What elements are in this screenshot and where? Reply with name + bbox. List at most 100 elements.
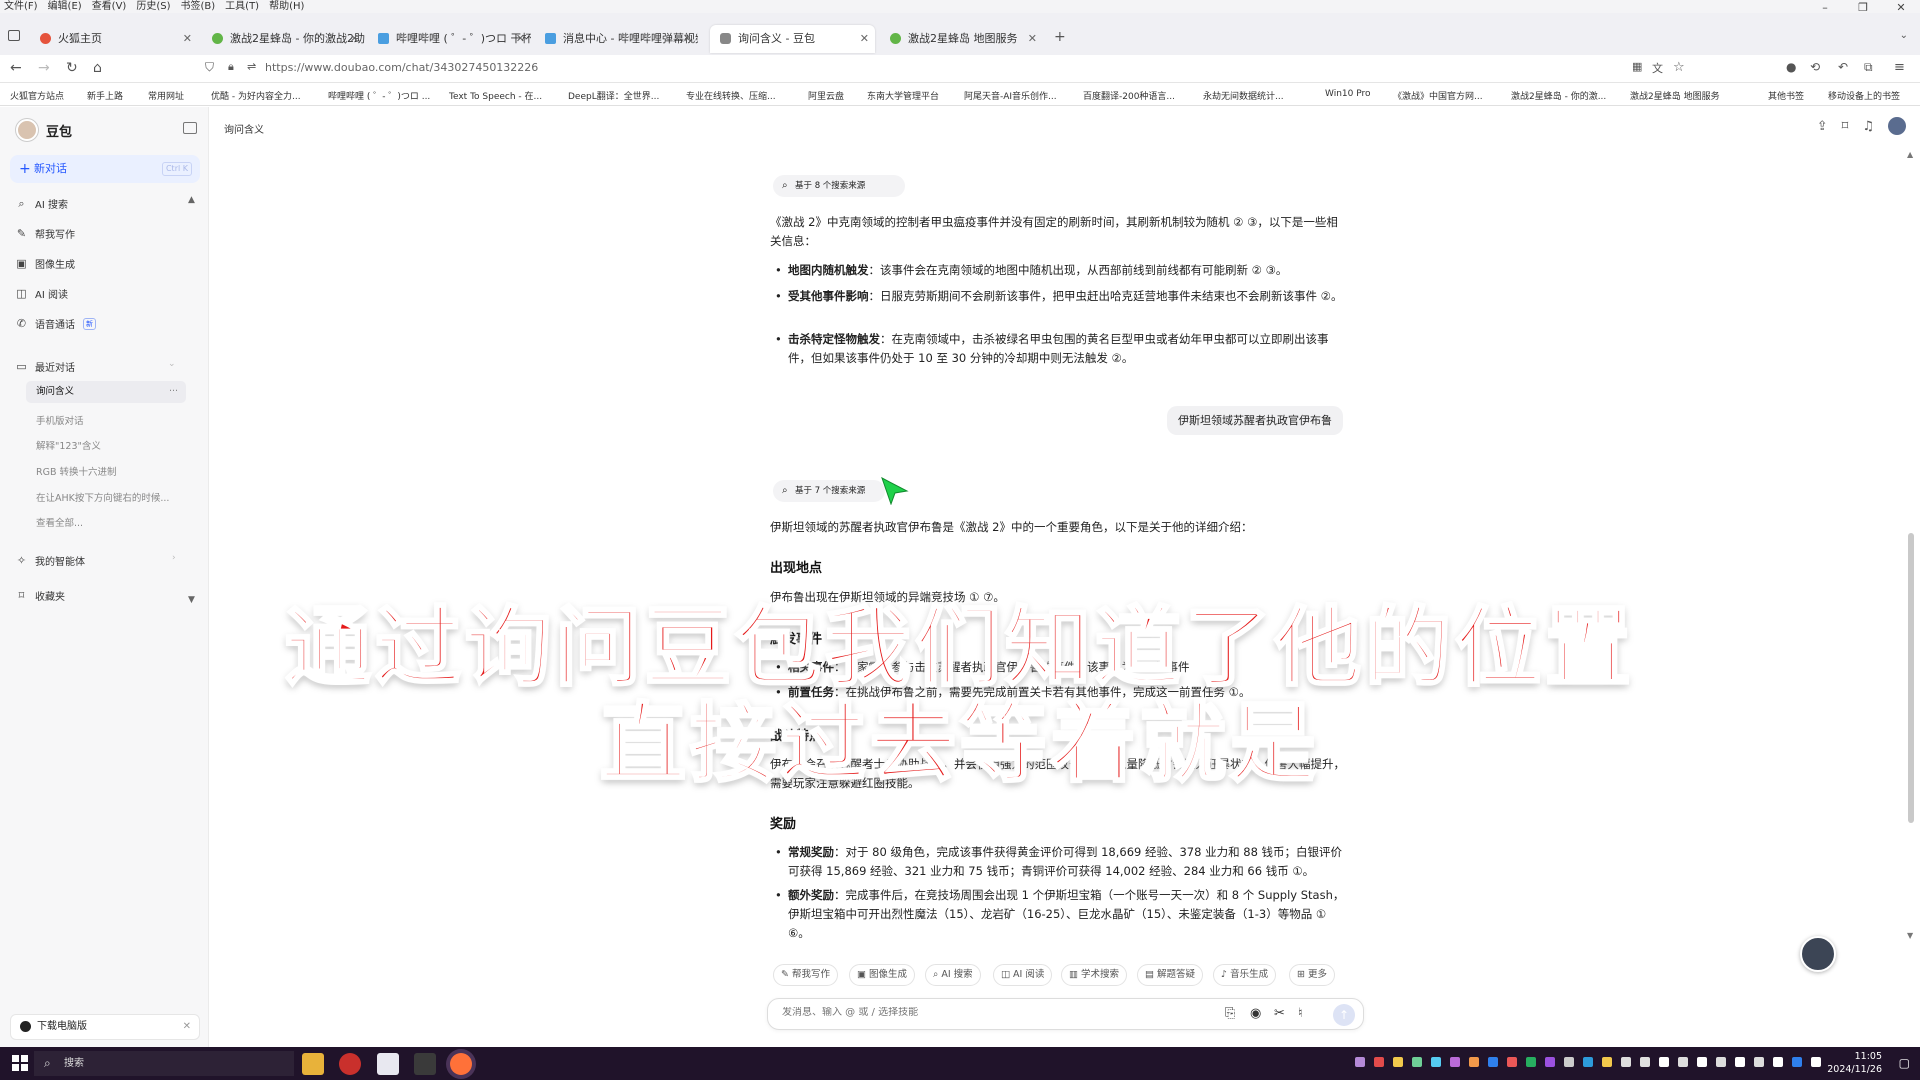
tab-bilibili[interactable]: 哔哩哔哩 ( ゜- ゜)つロ 干杯~-bi ✕ — [368, 25, 531, 53]
notification-icon[interactable]: ▢ — [1899, 1056, 1910, 1070]
recent-chat-active[interactable]: 询问含义 ··· — [26, 381, 186, 403]
sidebar-item-favorites[interactable]: ⌑ 收藏夹 — [16, 588, 65, 603]
tool-ai-search[interactable]: ⌕ AI 搜索 — [925, 964, 981, 986]
tray-icon[interactable] — [1507, 1057, 1517, 1067]
account-icon[interactable]: ● — [1786, 60, 1796, 74]
tray-icon[interactable] — [1374, 1057, 1384, 1067]
firefox-icon[interactable] — [450, 1053, 472, 1075]
brand[interactable]: 豆包 — [16, 119, 72, 141]
menu-bookmarks[interactable]: 书签(B) — [181, 0, 216, 13]
tray-icon[interactable] — [1792, 1057, 1802, 1067]
send-button[interactable]: ↑ — [1333, 1004, 1355, 1026]
tray-icon[interactable] — [1754, 1057, 1764, 1067]
bookmark-item[interactable]: 《激战》中国官方网... — [1393, 89, 1483, 102]
close-tab-icon[interactable]: ✕ — [860, 25, 869, 53]
user-avatar[interactable] — [1888, 117, 1906, 135]
paperclip-icon[interactable]: ⎘ — [1225, 1006, 1235, 1021]
bookmark-item[interactable]: 哔哩哔哩 ( ゜- ゜)つロ ... — [328, 89, 430, 102]
scissors-icon[interactable]: ✂ — [1274, 1006, 1285, 1021]
tray-icon[interactable] — [1431, 1057, 1441, 1067]
bookmark-item[interactable]: 永劫无间数据统计... — [1203, 89, 1284, 102]
windows-start-icon[interactable] — [12, 1055, 28, 1071]
tray-icon[interactable] — [1469, 1057, 1479, 1067]
chevron-down-icon[interactable]: ⌄ — [168, 359, 176, 369]
tab-firefox-home[interactable]: 火狐主页 ✕ — [30, 25, 198, 53]
puzzle-icon[interactable]: ⧉ — [1864, 60, 1873, 75]
tray-icon[interactable] — [1773, 1057, 1783, 1067]
search-sources-pill[interactable]: ⌕ 基于 8 个搜索来源 — [773, 175, 905, 197]
bookmark-item[interactable]: 阿里云盘 — [808, 89, 844, 102]
close-tab-icon[interactable]: ✕ — [350, 25, 359, 53]
new-tab-button[interactable]: + — [1054, 29, 1066, 45]
collapse-sidebar-icon[interactable] — [183, 122, 197, 134]
tray-icon[interactable] — [1412, 1057, 1422, 1067]
sidebar-item-ai-read[interactable]: ◫ AI 阅读 — [16, 286, 68, 301]
sidebar-item-voice-call[interactable]: ✆ 语音通话 新 — [16, 316, 96, 331]
bookmark-folder[interactable]: 移动设备上的书签 — [1828, 89, 1900, 102]
game-app-icon[interactable] — [339, 1053, 361, 1075]
undo-icon[interactable]: ↶ — [1838, 60, 1848, 74]
bookmark-icon[interactable]: ⌑ — [1842, 119, 1849, 134]
extension-icon[interactable]: ⟲ — [1810, 60, 1820, 74]
search-sources-pill[interactable]: ⌕ 基于 7 个搜索来源 — [773, 480, 885, 502]
tool-academic[interactable]: ▥ 学术搜索 — [1061, 964, 1128, 986]
taskbar-search[interactable]: ⌕ 搜索 — [34, 1051, 294, 1076]
close-tab-icon[interactable]: ✕ — [516, 25, 525, 53]
share-icon[interactable]: ⇪ — [1817, 119, 1828, 134]
menu-edit[interactable]: 编辑(E) — [48, 0, 82, 13]
tray-icon[interactable] — [1640, 1057, 1650, 1067]
sidebar-item-agents[interactable]: ✧ 我的智能体 — [16, 553, 85, 568]
chat-scrollbar[interactable]: ▲ ▼ — [1907, 150, 1915, 940]
tray-icon[interactable] — [1602, 1057, 1612, 1067]
sidebar-item-writing[interactable]: ✎ 帮我写作 — [16, 226, 75, 241]
tool-solve[interactable]: ▤ 解题答疑 — [1137, 964, 1204, 986]
chevron-right-icon[interactable]: › — [172, 553, 176, 563]
sidebar-recent-header[interactable]: ▭ 最近对话 — [16, 359, 75, 374]
tab-gw2-bee[interactable]: 激战2星蜂岛 - 你的激战2助手 ✕ — [202, 25, 365, 53]
close-tab-icon[interactable]: ✕ — [1028, 25, 1037, 53]
tab-list-icon[interactable] — [8, 30, 20, 41]
star-icon[interactable]: ☆ — [1673, 60, 1685, 75]
tray-icon[interactable] — [1545, 1057, 1555, 1067]
tray-icon[interactable] — [1564, 1057, 1574, 1067]
shield-icon[interactable]: ⛉ — [205, 60, 214, 75]
bookmark-folder[interactable]: 常用网址 — [148, 89, 184, 102]
tray-icon[interactable] — [1678, 1057, 1688, 1067]
close-icon[interactable]: ✕ — [183, 1015, 191, 1039]
view-all-link[interactable]: 查看全部... — [36, 515, 83, 529]
tool-music[interactable]: ♪ 音乐生成 — [1213, 964, 1277, 986]
tab-gw2-map[interactable]: 激战2星蜂岛 地图服务 ✕ — [880, 25, 1043, 53]
scroll-down-icon[interactable]: ▼ — [1907, 931, 1913, 940]
home-icon[interactable]: ⌂ — [93, 60, 102, 76]
forward-icon[interactable]: → — [38, 60, 50, 76]
bookmark-folder[interactable]: 其他书签 — [1768, 89, 1804, 102]
bookmark-item[interactable]: Win10 Pro — [1325, 89, 1371, 99]
tool-writing[interactable]: ✎ 帮我写作 — [773, 964, 838, 986]
lock-icon[interactable]: 🔒︎ — [228, 60, 234, 74]
bookmark-item[interactable]: 东南大学管理平台 — [867, 89, 939, 102]
file-explorer-icon[interactable] — [302, 1053, 324, 1075]
qr-icon[interactable]: ▦ — [1632, 60, 1642, 73]
bookmark-item[interactable]: 火狐官方站点 — [10, 89, 64, 102]
tray-icon[interactable] — [1735, 1057, 1745, 1067]
translate-icon[interactable]: 文 — [1652, 60, 1663, 76]
tray-icon[interactable] — [1621, 1057, 1631, 1067]
chevron-up-icon[interactable]: ▲ — [188, 195, 195, 205]
more-icon[interactable]: ··· — [169, 381, 178, 403]
microphone-icon[interactable]: ♮ — [1298, 1006, 1303, 1021]
message-input[interactable] — [782, 1007, 1182, 1018]
tab-bilibili-messages[interactable]: 消息中心 - 哔哩哔哩弹幕视频网 ✕ — [535, 25, 698, 53]
app-g-icon[interactable] — [414, 1053, 436, 1075]
bookmark-item[interactable]: 激战2星蜂岛 - 你的激... — [1511, 89, 1606, 102]
taskbar-clock[interactable]: 11:05 2024/11/26 — [1827, 1050, 1882, 1076]
close-tab-icon[interactable]: ✕ — [683, 25, 692, 53]
tray-icon[interactable] — [1450, 1057, 1460, 1067]
bookmark-item[interactable]: 新手上路 — [87, 89, 123, 102]
recent-chat[interactable]: 解释"123"含义 — [36, 438, 101, 452]
menu-file[interactable]: 文件(F) — [4, 0, 38, 13]
back-icon[interactable]: ← — [10, 60, 22, 76]
reload-icon[interactable]: ↻ — [66, 60, 78, 76]
download-desktop-button[interactable]: 下载电脑版 ✕ — [10, 1014, 200, 1040]
bookmark-item[interactable]: Text To Speech - 在... — [449, 89, 542, 102]
menu-view[interactable]: 查看(V) — [92, 0, 127, 13]
